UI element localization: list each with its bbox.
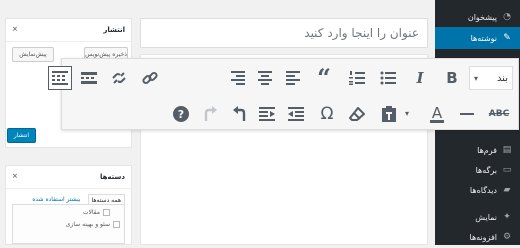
format-select-value: بند bbox=[496, 72, 508, 84]
publish-button[interactable]: انتشار bbox=[7, 128, 36, 143]
outdent-icon[interactable] bbox=[284, 102, 308, 126]
align-center-icon[interactable] bbox=[253, 66, 277, 90]
preview-button[interactable]: پیش‌نمایش bbox=[12, 47, 54, 62]
menu-item-appearance[interactable]: ✦ نمایش bbox=[435, 206, 520, 228]
categories-list: مقالات سئو و بهینه سازی bbox=[12, 204, 125, 244]
unlink-icon[interactable] bbox=[107, 66, 131, 90]
publish-box-title: انتشار bbox=[103, 26, 125, 34]
publish-box-header: انتشار × bbox=[6, 19, 131, 42]
category-item[interactable]: مقالات bbox=[83, 209, 110, 216]
text-color-icon[interactable]: A bbox=[425, 102, 449, 126]
indent-icon[interactable] bbox=[255, 102, 279, 126]
menu-item-label: برگه‌ها bbox=[475, 165, 497, 175]
box-toggle-icon[interactable]: × bbox=[12, 25, 18, 33]
bullet-list-icon[interactable] bbox=[376, 66, 400, 90]
category-item[interactable]: سئو و بهینه سازی bbox=[66, 221, 120, 228]
menu-item-label: نمایش bbox=[475, 212, 497, 222]
categories-box-title: دسته‌ها bbox=[99, 173, 125, 181]
blockquote-icon[interactable]: “ bbox=[312, 66, 336, 90]
menu-item-label: فرم‌ها bbox=[477, 145, 497, 155]
omega-icon[interactable]: Ω bbox=[315, 102, 339, 126]
text-color-label: A bbox=[431, 103, 443, 122]
post-title-input[interactable] bbox=[140, 18, 428, 48]
menu-item-comments[interactable]: ▰ دیدگاه‌ها bbox=[435, 179, 520, 201]
menu-item-label: پیشخوان bbox=[467, 12, 497, 22]
categories-box: دسته‌ها × همه دسته‌ها بیشتر استفاده شده … bbox=[5, 165, 132, 245]
numbered-list-icon[interactable] bbox=[345, 66, 369, 90]
help-icon[interactable]: ? bbox=[169, 102, 193, 126]
strikethrough-icon[interactable]: ABC bbox=[487, 102, 511, 126]
bold-button[interactable]: B bbox=[440, 66, 464, 90]
plugins-icon: ⚙ bbox=[502, 232, 512, 242]
menu-item-label: افزونه‌ها bbox=[469, 232, 498, 242]
color-swatch bbox=[430, 119, 444, 123]
help-label: ? bbox=[173, 106, 189, 122]
horizontal-line-icon[interactable] bbox=[455, 102, 479, 126]
menu-item-label: نوشته‌ها bbox=[470, 33, 497, 43]
eraser-icon[interactable] bbox=[345, 102, 369, 126]
menu-item-posts[interactable]: ✎ نوشته‌ها bbox=[429, 27, 520, 49]
forms-icon: ▤ bbox=[502, 145, 512, 155]
more-tag-icon[interactable] bbox=[77, 66, 101, 90]
categories-box-header: دسته‌ها × bbox=[6, 166, 131, 189]
italic-button[interactable]: I bbox=[408, 66, 432, 90]
link-icon[interactable] bbox=[138, 66, 162, 90]
menu-item-dashboard[interactable]: ◔ پیشخوان bbox=[435, 6, 520, 28]
pages-icon: ▭ bbox=[502, 165, 512, 175]
chevron-down-icon[interactable]: ▾ bbox=[401, 102, 413, 126]
editor-toolbar: بند ▾ B I “ ABC A ▾ Ω ? bbox=[48, 58, 519, 130]
pin-icon: ✎ bbox=[503, 33, 511, 43]
chevron-down-icon: ▾ bbox=[474, 73, 479, 83]
appearance-icon: ✦ bbox=[503, 212, 511, 222]
category-checkbox[interactable] bbox=[103, 209, 110, 216]
redo-icon[interactable] bbox=[198, 102, 222, 126]
menu-item-label: دیدگاه‌ها bbox=[469, 185, 497, 195]
category-checkbox[interactable] bbox=[113, 221, 120, 228]
menu-item-forms[interactable]: ▤ فرم‌ها bbox=[435, 139, 520, 161]
undo-icon[interactable] bbox=[228, 102, 252, 126]
align-right-icon[interactable] bbox=[225, 66, 249, 90]
paste-text-icon[interactable] bbox=[377, 102, 401, 126]
category-label: سئو و بهینه سازی bbox=[65, 221, 110, 228]
category-label: مقالات bbox=[82, 209, 100, 216]
align-left-icon[interactable] bbox=[282, 66, 306, 90]
dashboard-icon: ◔ bbox=[503, 12, 511, 22]
toolbar-toggle-icon[interactable] bbox=[48, 66, 72, 90]
box-toggle-icon[interactable]: × bbox=[12, 172, 18, 180]
menu-item-pages[interactable]: ▭ برگه‌ها bbox=[435, 159, 520, 181]
comments-icon: ▰ bbox=[503, 185, 511, 195]
format-select[interactable]: بند ▾ bbox=[469, 66, 513, 90]
